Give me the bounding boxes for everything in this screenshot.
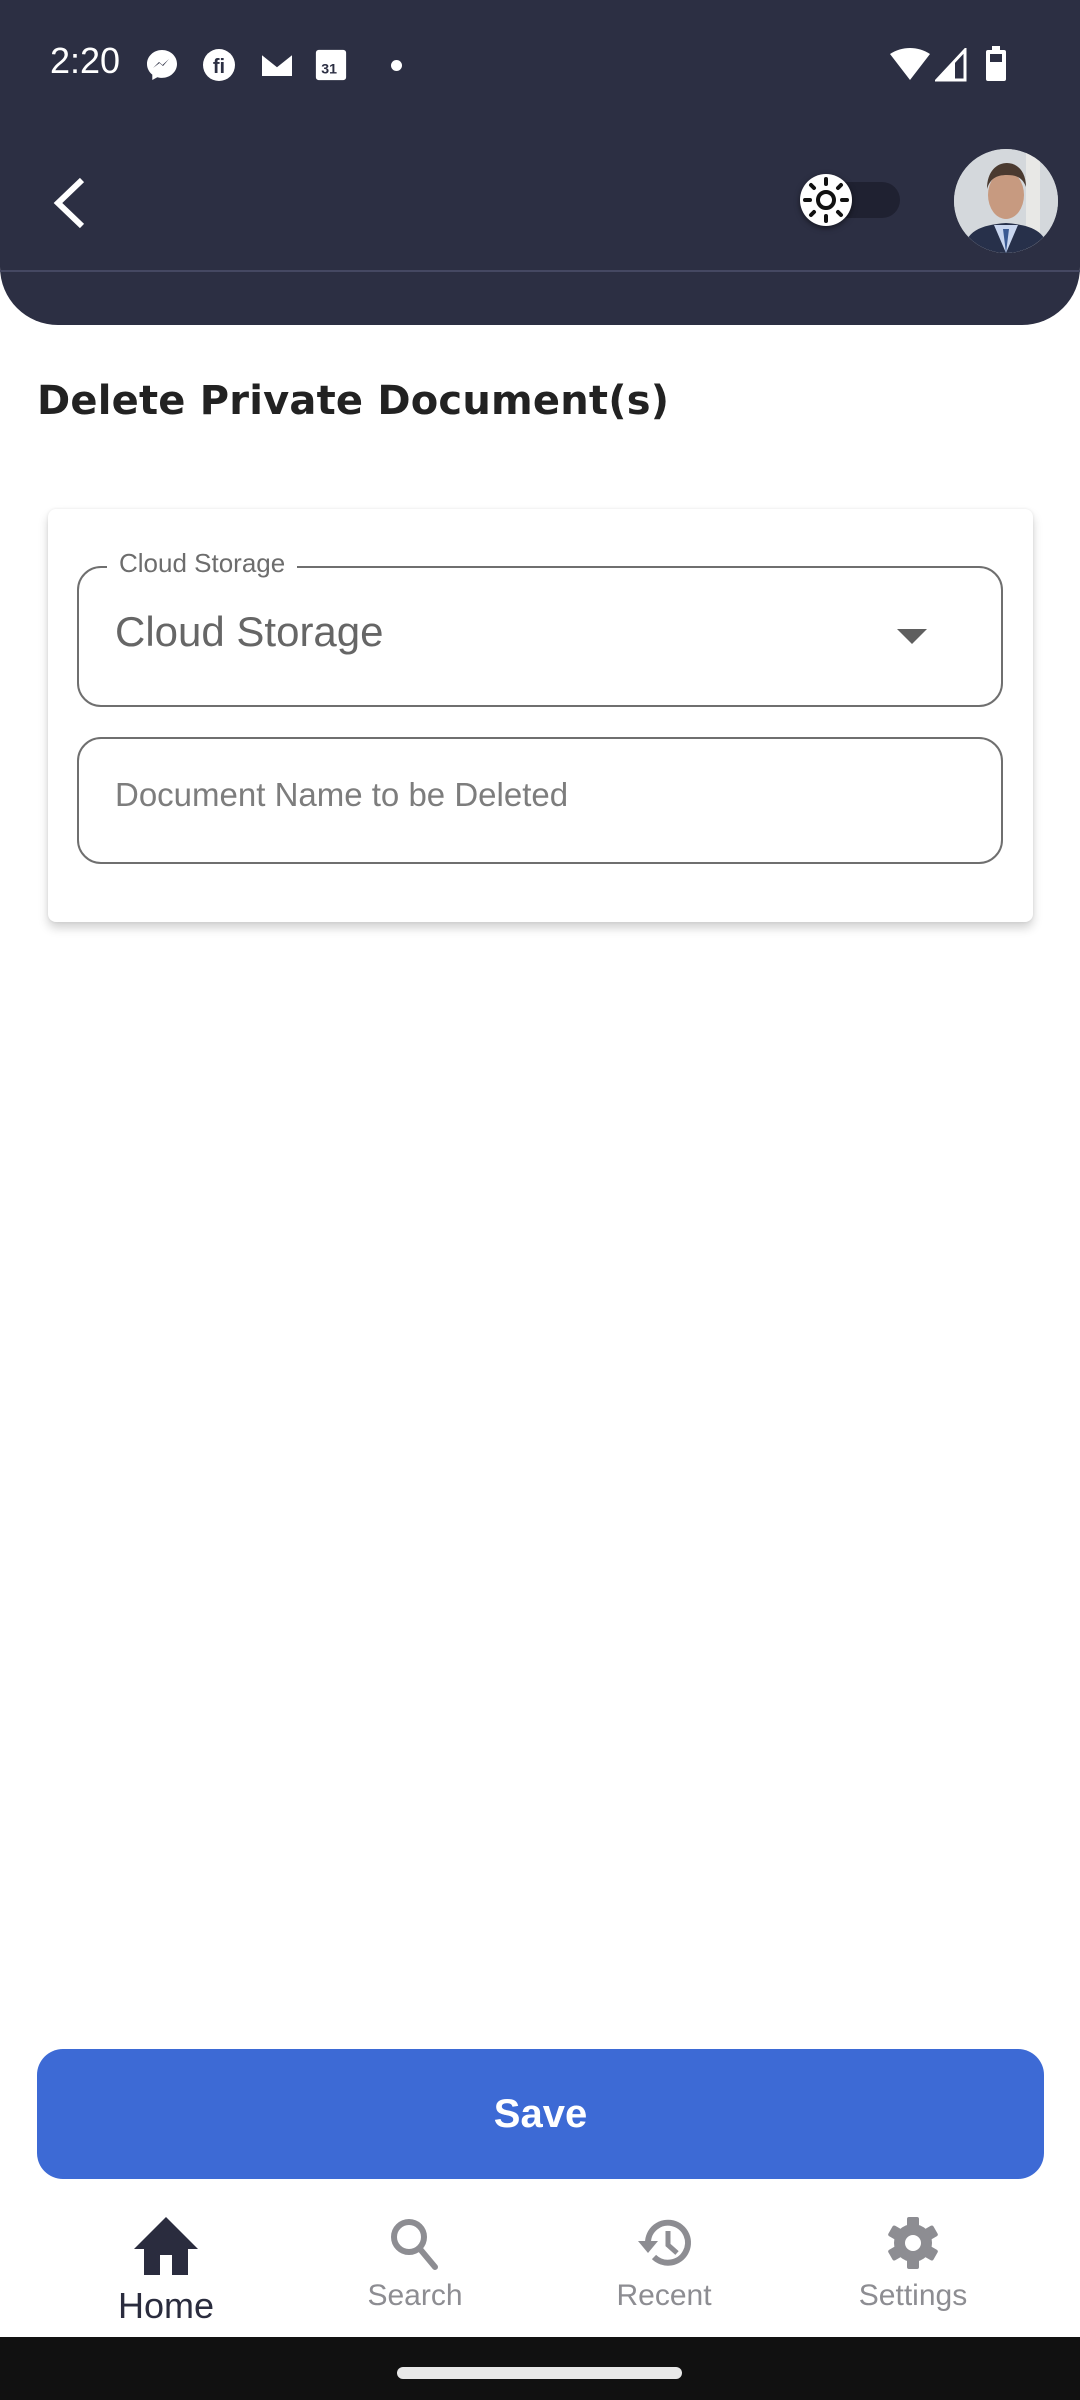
sun-icon [803, 177, 849, 223]
system-navigation-bar [0, 2337, 1080, 2400]
chevron-left-icon [53, 177, 85, 229]
cloud-storage-label: Cloud Storage [107, 548, 298, 579]
search-icon [391, 2219, 438, 2270]
nav-item-search[interactable]: Search [315, 2195, 515, 2335]
avatar-photo [954, 149, 1058, 253]
back-button[interactable] [40, 160, 100, 240]
toggle-knob [800, 174, 852, 226]
home-icon [134, 2217, 198, 2275]
calendar-icon: 31 [315, 49, 347, 81]
theme-toggle[interactable] [800, 170, 905, 230]
wifi-icon [890, 48, 930, 80]
status-bar: 2:20 fi 31 [0, 0, 1080, 130]
save-button[interactable]: Save [37, 2049, 1044, 2179]
bottom-navigation: Home Search Recent Settings [0, 2195, 1080, 2335]
messenger-icon [147, 50, 177, 80]
nav-label-home: Home [117, 2285, 215, 2326]
cloud-storage-value: Cloud Storage [115, 608, 384, 655]
signal-icon [935, 48, 967, 82]
home-gesture-handle[interactable] [397, 2367, 682, 2379]
fi-icon: fi [203, 49, 235, 81]
nav-label-search: Search [367, 2279, 463, 2312]
history-icon [638, 2219, 691, 2266]
caret-down-icon [897, 629, 927, 644]
document-name-input[interactable]: Document Name to be Deleted [77, 737, 1003, 864]
page-title: Delete Private Document(s) [37, 378, 670, 424]
app-header: 2:20 fi 31 [0, 0, 1080, 325]
gear-icon [888, 2217, 938, 2269]
battery-icon [986, 46, 1006, 81]
nav-item-settings[interactable]: Settings [813, 2195, 1013, 2335]
nav-label-settings: Settings [858, 2279, 968, 2312]
nav-item-recent[interactable]: Recent [564, 2195, 764, 2335]
delete-document-form: Cloud Storage Cloud Storage Document Nam… [48, 509, 1033, 922]
cloud-storage-select[interactable]: Cloud Storage Cloud Storage [77, 548, 1003, 707]
svg-text:fi: fi [213, 56, 225, 78]
more-notifications-icon [391, 60, 402, 71]
gmail-icon [261, 53, 293, 76]
nav-label-recent: Recent [616, 2279, 712, 2312]
user-avatar[interactable] [954, 149, 1058, 253]
document-name-placeholder: Document Name to be Deleted [115, 776, 569, 813]
header-divider [0, 270, 1080, 272]
svg-text:31: 31 [321, 62, 337, 78]
status-time: 2:20 [50, 40, 121, 81]
nav-item-home[interactable]: Home [66, 2195, 266, 2335]
